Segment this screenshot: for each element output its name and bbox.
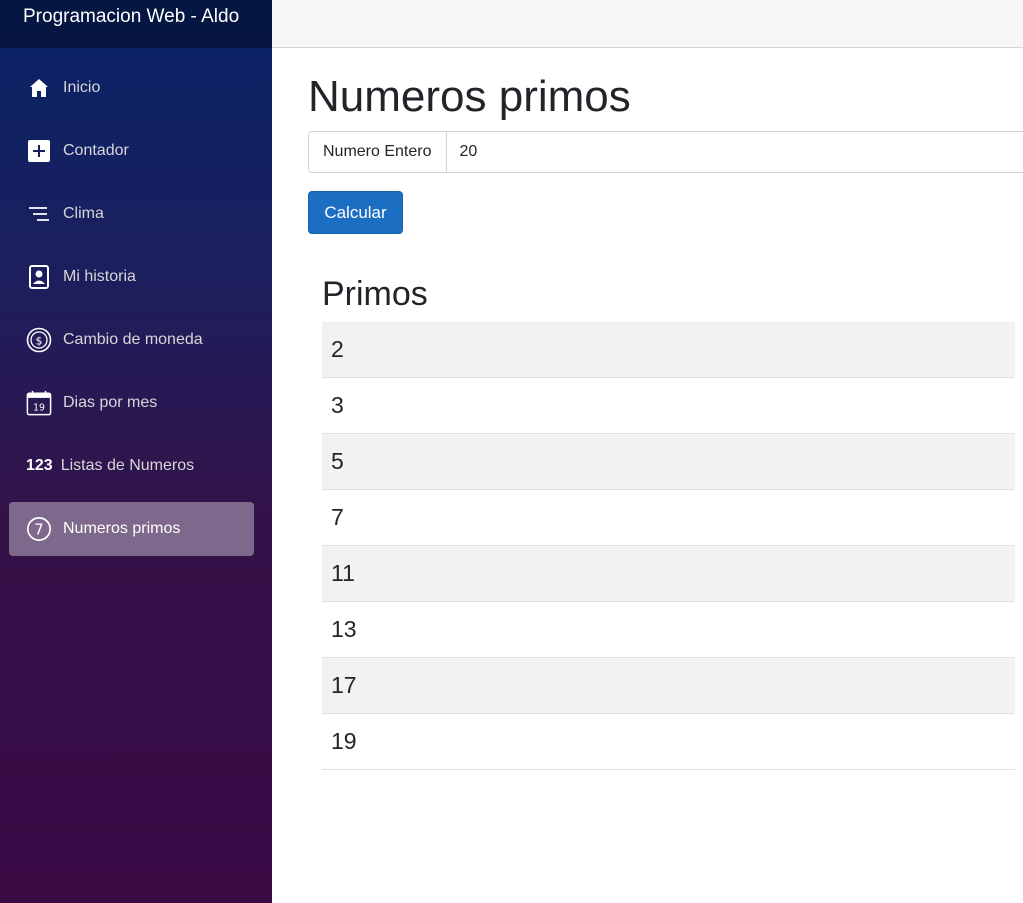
sidebar-item-mi-historia[interactable]: Mi historia	[9, 250, 254, 304]
seven-circle-icon-text: 7	[34, 521, 43, 539]
list-item: 17	[322, 658, 1015, 714]
input-label: Numero Entero	[308, 131, 446, 173]
sidebar-item-dias-por-mes[interactable]: 19 Dias por mes	[9, 376, 254, 430]
plus-icon	[26, 138, 52, 164]
sidebar-nav: Inicio Contador Clima Mi historia $ Camb…	[0, 48, 272, 556]
number-input-group: Numero Entero	[308, 131, 1023, 173]
brand-title[interactable]: Programacion Web - Aldo	[0, 0, 272, 48]
sidebar-item-listas-de-numeros[interactable]: 123 Listas de Numeros	[9, 439, 254, 493]
list-item: 2	[322, 322, 1015, 378]
list-item: 3	[322, 378, 1015, 434]
sidebar-item-clima[interactable]: Clima	[9, 187, 254, 241]
sidebar-item-label: Mi historia	[63, 268, 136, 285]
numbers-icon: 123	[26, 457, 53, 474]
sidebar-item-label: Inicio	[63, 79, 101, 96]
sidebar-item-label: Cambio de moneda	[63, 331, 203, 348]
sidebar-item-label: Numeros primos	[63, 520, 181, 537]
home-icon	[26, 75, 52, 101]
sidebar-item-numeros-primos[interactable]: 7 Numeros primos	[9, 502, 254, 556]
primes-section: Primos 2 3 5 7 11 13 17 19	[322, 274, 1015, 770]
sidebar-item-contador[interactable]: Contador	[9, 124, 254, 178]
sidebar-item-label: Contador	[63, 142, 129, 159]
top-bar	[272, 0, 1023, 48]
list-item: 19	[322, 714, 1015, 770]
list-item: 7	[322, 490, 1015, 546]
primes-list: 2 3 5 7 11 13 17 19	[322, 322, 1015, 770]
seven-circle-icon: 7	[26, 516, 52, 542]
main-content: Numeros primos Numero Entero Calcular Pr…	[308, 48, 1023, 770]
sidebar-item-label: Listas de Numeros	[60, 457, 195, 474]
calendar-icon-text: 19	[33, 402, 45, 413]
sidebar-item-inicio[interactable]: Inicio	[9, 61, 254, 115]
list-item: 11	[322, 546, 1015, 602]
person-card-icon	[26, 264, 52, 290]
number-input[interactable]	[445, 131, 1023, 173]
currency-icon: $	[26, 327, 52, 353]
calculate-button[interactable]: Calcular	[308, 191, 403, 234]
sidebar-item-label: Clima	[63, 205, 104, 222]
list-item: 13	[322, 602, 1015, 658]
list-icon	[26, 201, 52, 227]
sidebar-item-cambio-de-moneda[interactable]: $ Cambio de moneda	[9, 313, 254, 367]
calendar-icon: 19	[26, 390, 52, 416]
svg-text:$: $	[36, 335, 43, 348]
sidebar-item-label: Dias por mes	[63, 394, 158, 411]
page-title: Numeros primos	[308, 72, 631, 121]
primes-title: Primos	[322, 275, 428, 313]
list-item: 5	[322, 434, 1015, 490]
sidebar: Programacion Web - Aldo Inicio Contador …	[0, 0, 272, 903]
